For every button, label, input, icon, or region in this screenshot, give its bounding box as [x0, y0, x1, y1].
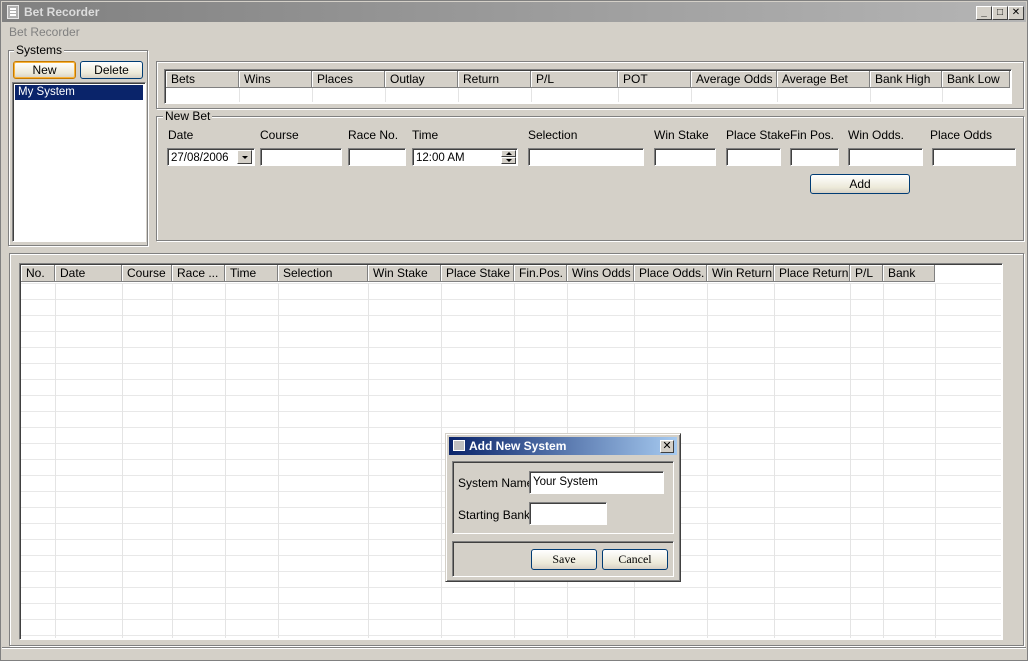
dialog-fields-panel: System Name Your System Starting Bank	[452, 461, 674, 534]
summary-col-bets[interactable]: Bets	[166, 71, 239, 88]
new-system-button[interactable]: New	[13, 61, 76, 79]
win-stake-label: Win Stake	[654, 128, 709, 142]
place-odds-label: Place Odds	[930, 128, 993, 142]
status-bar	[2, 647, 1026, 660]
close-icon[interactable]: ✕	[660, 440, 674, 453]
summary-col-outlay[interactable]: Outlay	[385, 71, 458, 88]
window-title: Bet Recorder	[24, 5, 100, 19]
bets-col-place-odds[interactable]: Place Odds.	[634, 265, 707, 282]
summary-col-pl[interactable]: P/L	[531, 71, 618, 88]
bets-col-place-stake[interactable]: Place Stake	[441, 265, 514, 282]
bets-col-bank[interactable]: Bank	[883, 265, 935, 282]
new-bet-legend: New Bet	[163, 109, 213, 123]
summary-col-return[interactable]: Return	[458, 71, 531, 88]
bets-col-fin-pos[interactable]: Fin.Pos.	[514, 265, 567, 282]
save-button[interactable]: Save	[531, 549, 597, 570]
fin-pos-field[interactable]	[790, 148, 839, 166]
systems-legend: Systems	[14, 43, 65, 57]
close-button[interactable]: ✕	[1008, 6, 1024, 20]
app-icon	[7, 5, 19, 19]
bets-col-win-stake[interactable]: Win Stake	[368, 265, 441, 282]
summary-col-places[interactable]: Places	[312, 71, 385, 88]
summary-col-average-odds[interactable]: Average Odds	[691, 71, 777, 88]
bets-col-no[interactable]: No.	[21, 265, 55, 282]
dialog-title: Add New System	[469, 439, 567, 453]
dialog-app-icon	[453, 440, 465, 451]
summary-col-pot[interactable]: POT	[618, 71, 691, 88]
selection-label: Selection	[528, 128, 578, 142]
race-no-field[interactable]	[348, 148, 406, 166]
win-stake-field[interactable]	[654, 148, 716, 166]
time-label: Time	[412, 128, 439, 142]
spin-down-icon[interactable]	[501, 157, 516, 164]
fin-pos-label: Fin Pos.	[790, 128, 835, 142]
title-bar[interactable]: Bet Recorder _ □ ✕	[2, 2, 1026, 22]
maximize-button[interactable]: □	[992, 6, 1008, 20]
bets-col-win-return[interactable]: Win Return	[707, 265, 774, 282]
summary-col-wins[interactable]: Wins	[239, 71, 312, 88]
dialog-buttons-panel: Save Cancel	[452, 541, 674, 577]
main-window: Bet Recorder _ □ ✕ Bet Recorder Systems …	[0, 0, 1028, 661]
win-odds-label: Win Odds.	[848, 128, 905, 142]
bets-grid-header: No. Date Course Race ... Time Selection …	[21, 265, 935, 282]
course-field[interactable]	[260, 148, 342, 166]
summary-grid-header: Bets Wins Places Outlay Return P/L POT A…	[166, 71, 1010, 88]
race-no-label: Race No.	[348, 128, 399, 142]
system-name-label: System Name	[458, 476, 534, 490]
system-name-field[interactable]: Your System	[529, 471, 664, 494]
place-stake-label: Place Stake	[726, 128, 791, 142]
bets-col-place-return[interactable]: Place Return	[774, 265, 850, 282]
menu-bet-recorder[interactable]: Bet Recorder	[9, 25, 80, 39]
win-odds-field[interactable]	[848, 148, 923, 166]
bets-col-time[interactable]: Time	[225, 265, 278, 282]
add-bet-button[interactable]: Add	[810, 174, 910, 194]
list-item[interactable]: My System	[15, 85, 143, 100]
cancel-button[interactable]: Cancel	[602, 549, 668, 570]
minimize-button[interactable]: _	[976, 6, 992, 20]
bets-col-date[interactable]: Date	[55, 265, 122, 282]
summary-col-average-bet[interactable]: Average Bet	[777, 71, 870, 88]
course-label: Course	[260, 128, 299, 142]
date-label: Date	[168, 128, 194, 142]
summary-col-bank-high[interactable]: Bank High	[870, 71, 942, 88]
spin-up-icon[interactable]	[501, 150, 516, 157]
bets-col-wins-odds[interactable]: Wins Odds	[567, 265, 634, 282]
summary-col-bank-low[interactable]: Bank Low	[942, 71, 1010, 88]
summary-grid: Bets Wins Places Outlay Return P/L POT A…	[164, 69, 1012, 104]
bets-col-race[interactable]: Race ...	[172, 265, 225, 282]
dialog-title-bar[interactable]: Add New System ✕	[449, 437, 677, 455]
time-spinner[interactable]	[501, 150, 516, 164]
summary-row	[166, 88, 1010, 102]
add-new-system-dialog: Add New System ✕ System Name Your System…	[445, 433, 681, 582]
selection-field[interactable]	[528, 148, 644, 166]
place-odds-field[interactable]	[932, 148, 1016, 166]
menu-bar: Bet Recorder	[2, 23, 1026, 41]
chevron-down-icon[interactable]	[237, 150, 252, 164]
bets-col-course[interactable]: Course	[122, 265, 172, 282]
place-stake-field[interactable]	[726, 148, 781, 166]
starting-bank-field[interactable]	[529, 502, 607, 525]
bets-col-selection[interactable]: Selection	[278, 265, 368, 282]
starting-bank-label: Starting Bank	[458, 508, 531, 522]
systems-list[interactable]: My System	[12, 82, 146, 242]
bets-col-pl[interactable]: P/L	[850, 265, 883, 282]
delete-system-button[interactable]: Delete	[80, 61, 143, 79]
